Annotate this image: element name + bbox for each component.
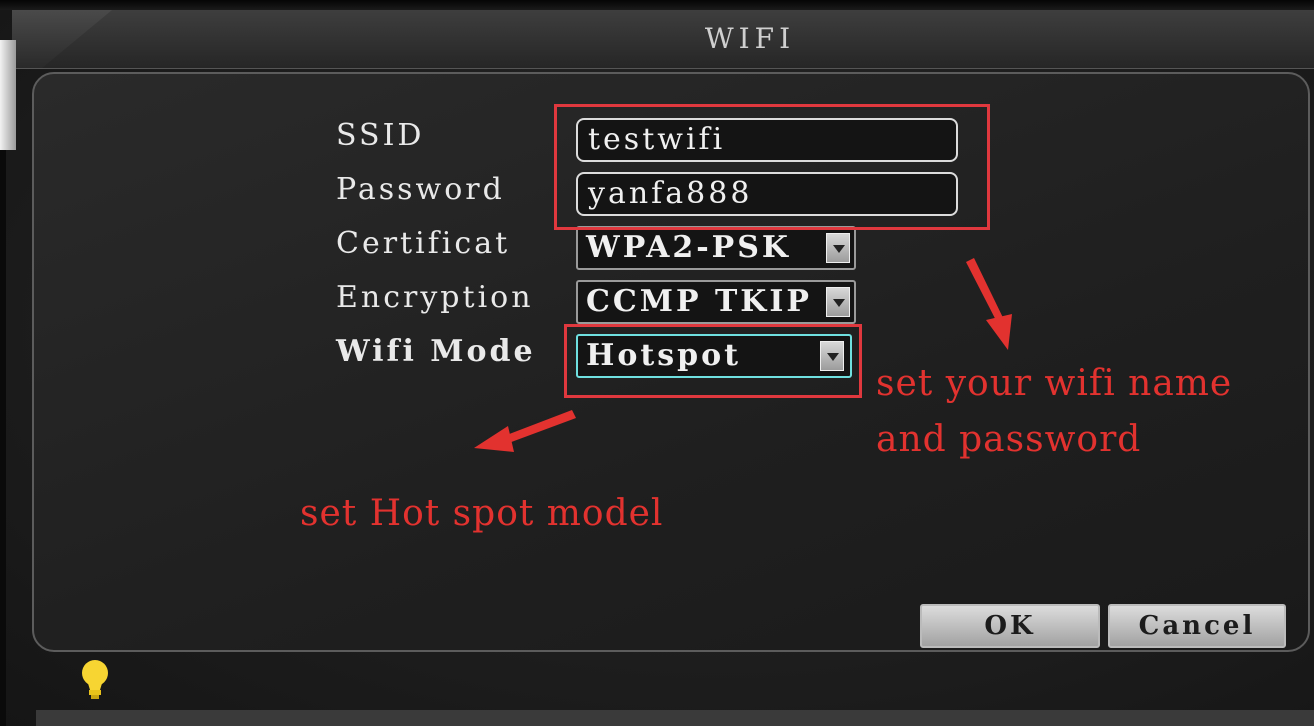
screen-glare: [0, 40, 16, 150]
annotation-wifi-line2: and password: [876, 419, 1142, 460]
status-bar: [36, 710, 1314, 726]
arrow-down-left: [504, 410, 576, 444]
arrow-head-down-left: [474, 426, 514, 452]
annotation-hotspot: set Hot spot model: [300, 493, 664, 534]
annotation-wifi-line1: set your wifi name: [876, 363, 1233, 404]
cancel-button[interactable]: Cancel: [1108, 604, 1286, 648]
lightbulb-icon: [82, 660, 108, 699]
arrow-head-down-right: [986, 314, 1012, 350]
ok-button[interactable]: OK: [920, 604, 1100, 648]
left-bezel: [0, 150, 6, 726]
dvr-screen: WIFI SSID Password Certificat Encryption…: [0, 0, 1314, 726]
